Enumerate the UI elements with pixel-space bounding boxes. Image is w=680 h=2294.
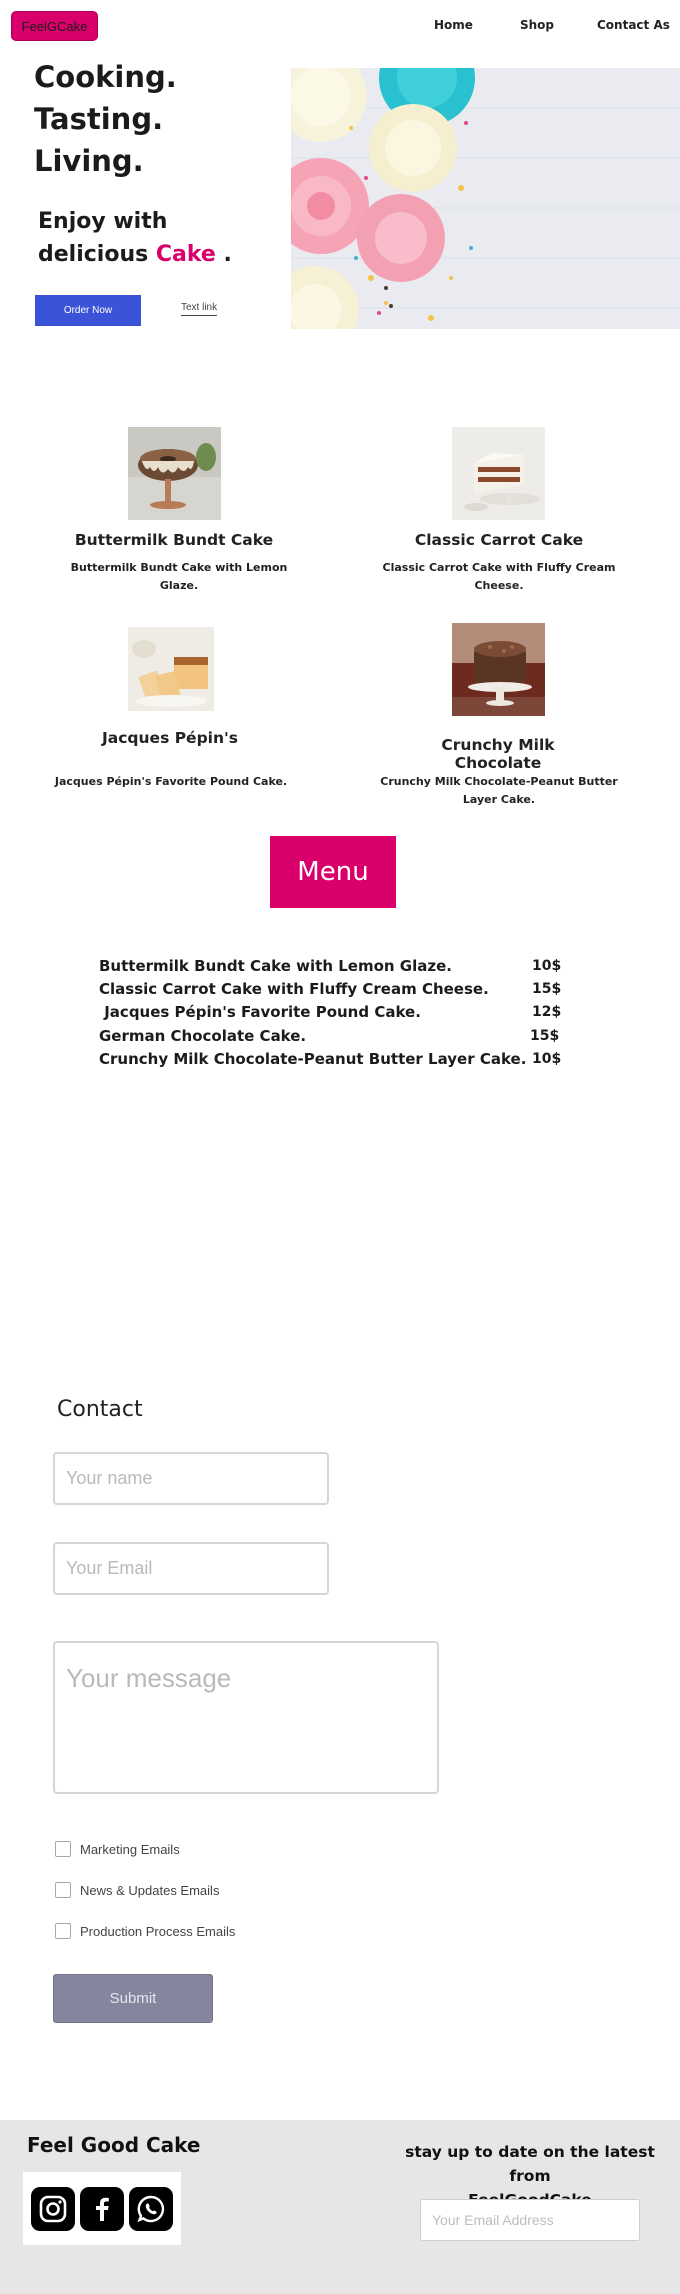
logo-button[interactable]: FeelGCake — [11, 11, 98, 41]
hero-subtitle-suffix: . — [215, 242, 232, 267]
carrot-cake-photo — [452, 427, 545, 520]
checkbox-label: Marketing Emails — [80, 1841, 180, 1857]
cake-card-description: Classic Carrot Cake with Fluffy Cream Ch… — [382, 561, 616, 592]
hero-title: Cooking. Tasting. Living. — [34, 56, 177, 182]
menu-item-name: Classic Carrot Cake with Fluffy Cream Ch… — [99, 980, 489, 998]
nav-shop[interactable]: Shop — [520, 18, 554, 32]
hero-subtitle-line: delicious Cake . — [38, 238, 232, 271]
bundt-cake-photo — [128, 427, 221, 520]
newsletter-email-input[interactable]: Your Email Address — [420, 2199, 640, 2241]
footer-brand: Feel Good Cake — [27, 2133, 201, 2157]
submit-button[interactable]: Submit — [53, 1974, 213, 2023]
cake-card-description: Jacques Pépin's Favorite Pound Cake. — [54, 775, 288, 788]
menu-item-price: 10$ — [532, 1051, 562, 1067]
hero-subtitle-prefix: delicious — [38, 242, 156, 267]
menu-title: Menu — [270, 836, 396, 908]
cake-card-title: Buttermilk Bundt Cake — [74, 531, 274, 549]
order-now-button[interactable]: Order Now — [35, 295, 141, 326]
checkbox-row[interactable]: Marketing Emails — [55, 1841, 180, 1857]
hero-subtitle: Enjoy with delicious Cake . — [38, 205, 232, 271]
cake-card-title: Crunchy Milk Chocolate — [441, 736, 555, 772]
checkbox-label: Production Process Emails — [80, 1923, 236, 1939]
pound-cake-photo — [128, 627, 214, 711]
checkbox-label: News & Updates Emails — [80, 1882, 220, 1898]
checkbox[interactable] — [55, 1882, 71, 1898]
email-field[interactable]: Your Email — [53, 1542, 329, 1595]
checkbox-row[interactable]: Production Process Emails — [55, 1923, 235, 1939]
hero-title-line: Living. — [34, 144, 144, 178]
menu-item-price: 15$ — [530, 1028, 560, 1044]
chocolate-cake-photo — [452, 623, 545, 716]
cake-card-description: Buttermilk Bundt Cake with Lemon Glaze. — [70, 561, 288, 592]
menu-item-name: Crunchy Milk Chocolate-Peanut Butter Lay… — [99, 1050, 527, 1068]
menu-item-price: 10$ — [532, 958, 562, 974]
cake-card-description: Crunchy Milk Chocolate-Peanut Butter Lay… — [380, 775, 618, 806]
checkbox[interactable] — [55, 1923, 71, 1939]
cupcakes-photo — [291, 68, 680, 329]
cake-card-title: Jacques Pépin's — [102, 729, 238, 747]
facebook-icon[interactable] — [79, 2186, 124, 2231]
nav-home[interactable]: Home — [434, 18, 473, 32]
nav-contact[interactable]: Contact As — [597, 18, 670, 32]
menu-item-name: German Chocolate Cake. — [99, 1027, 307, 1045]
menu-item-name: Jacques Pépin's Favorite Pound Cake. — [99, 1003, 421, 1021]
contact-title: Contact — [57, 1397, 143, 1422]
message-field[interactable]: Your message — [53, 1641, 439, 1794]
instagram-icon[interactable] — [31, 2186, 76, 2231]
hero-subtitle-line: Enjoy with — [38, 209, 168, 234]
newsletter-line: stay up to date on the latest from — [405, 2143, 655, 2185]
menu-item-name: Buttermilk Bundt Cake with Lemon Glaze. — [99, 957, 452, 975]
hero-title-line: Cooking. — [34, 60, 177, 94]
checkbox[interactable] — [55, 1841, 71, 1857]
cake-card-title: Classic Carrot Cake — [414, 531, 584, 549]
text-link[interactable]: Text link — [181, 302, 218, 316]
social-links — [23, 2172, 181, 2245]
whatsapp-icon[interactable] — [128, 2186, 173, 2231]
menu-item-price: 15$ — [532, 981, 562, 997]
hero-subtitle-accent: Cake — [155, 242, 216, 267]
checkbox-row[interactable]: News & Updates Emails — [55, 1882, 219, 1898]
hero-title-line: Tasting. — [34, 102, 164, 136]
name-field[interactable]: Your name — [53, 1452, 329, 1505]
menu-item-price: 12$ — [532, 1004, 562, 1020]
